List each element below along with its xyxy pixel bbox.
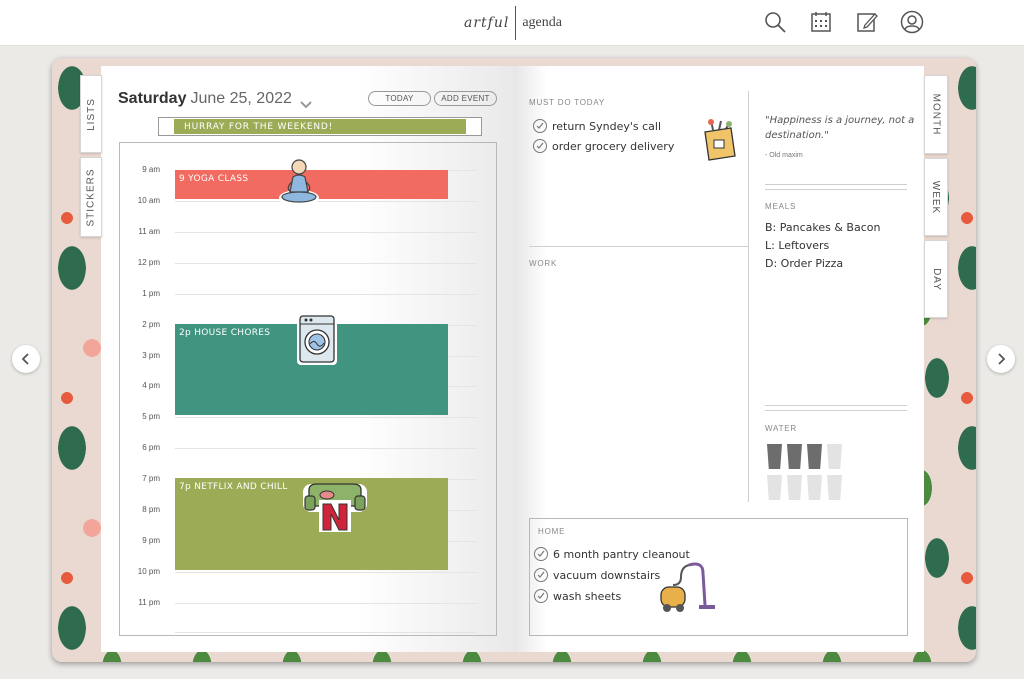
hour-line [175,572,477,573]
hour-line [175,448,477,449]
water-glass-filled[interactable] [807,444,822,469]
day-heading: Saturday June 25, 2022 [118,90,292,108]
home-label: HOME [538,527,566,536]
hour-label: 5 pm [142,412,160,421]
tab-week-label: WEEK [930,180,942,214]
today-button[interactable]: TODAY [368,91,431,106]
day-banner: HURRAY FOR THE WEEKEND! [158,117,482,136]
task-text: vacuum downstairs [553,568,661,582]
hour-label: 7 pm [142,474,160,483]
work-label: WORK [529,259,558,268]
tab-day[interactable]: DAY [924,240,948,318]
netflix-couch-sticker-icon[interactable] [301,478,369,539]
tab-stickers[interactable]: STICKERS [80,157,102,237]
hour-label: 12 pm [137,258,160,267]
hour-label: 1 pm [142,289,160,298]
water-glass-filled[interactable] [767,444,782,469]
list-item[interactable]: order grocery delivery [533,139,674,153]
hour-label: 2 pm [142,320,160,329]
logo-word-agenda: agenda [522,15,562,30]
list-item[interactable]: wash sheets [534,589,621,603]
section-divider [765,189,907,190]
meal-dinner[interactable]: D: Order Pizza [765,257,843,270]
app-logo[interactable]: artful agenda [464,6,562,40]
hour-line [175,263,477,264]
banner-text: HURRAY FOR THE WEEKEND! [174,119,466,134]
hour-line [175,294,477,295]
tab-month[interactable]: MONTH [924,75,948,154]
must-do-label: MUST DO TODAY [529,98,606,107]
quote-author: - Old maxim [765,152,803,159]
task-text: 6 month pantry cleanout [553,547,690,561]
tab-stickers-label: STICKERS [85,167,97,227]
checkbox[interactable] [534,589,548,603]
water-label: WATER [765,424,797,433]
hour-label: 9 am [142,165,160,174]
water-glass-empty[interactable] [787,475,802,500]
hour-label: 11 pm [138,598,160,607]
yoga-sticker-icon[interactable] [279,158,319,211]
edit-icon[interactable] [855,10,879,34]
hour-line [175,632,477,633]
meal-breakfast[interactable]: B: Pancakes & Bacon [765,221,880,234]
tab-lists[interactable]: LISTS [80,75,102,153]
calendar-icon[interactable] [809,10,833,34]
account-icon[interactable] [900,10,924,34]
logo-word-artful: artful [464,15,510,31]
tab-day-label: DAY [930,267,942,291]
hour-line [175,417,477,418]
task-text: wash sheets [553,589,622,603]
hour-label: 6 pm [142,443,160,452]
quote-text: "Happiness is a journey, not a destinati… [765,115,915,141]
hour-label: 11 am [138,227,160,236]
section-divider [529,246,748,247]
hour-label: 4 pm [142,381,160,390]
hour-label: 9 pm [142,536,160,545]
water-glass-empty[interactable] [827,475,842,500]
next-page-arrow-icon[interactable] [987,345,1015,373]
hour-line [175,232,477,233]
hour-label: 8 pm [142,505,160,514]
hour-line [175,603,477,604]
checkbox[interactable] [533,139,547,153]
list-item[interactable]: 6 month pantry cleanout [534,547,690,561]
add-event-button[interactable]: ADD EVENT [434,91,497,106]
section-divider [765,410,907,411]
water-glass-empty[interactable] [767,475,782,500]
water-glass-empty[interactable] [807,475,822,500]
checkbox[interactable] [533,119,547,133]
list-item[interactable]: vacuum downstairs [534,568,660,582]
date-text: June 25, 2022 [190,90,292,107]
tab-week[interactable]: WEEK [924,158,948,236]
tab-month-label: MONTH [930,93,942,136]
section-divider [765,184,907,185]
previous-page-arrow-icon[interactable] [12,345,40,373]
grocery-bag-sticker-icon[interactable] [699,118,739,169]
hour-label: 10 am [137,196,160,205]
task-text: return Syndey's call [552,119,662,133]
search-icon[interactable] [763,10,787,34]
hour-label: 10 pm [137,567,160,576]
vacuum-sticker-icon[interactable] [659,561,719,618]
hour-label: 3 pm [142,351,160,360]
top-bar: artful agenda [0,0,1024,46]
water-glass-empty[interactable] [827,444,842,469]
weekday: Saturday [118,90,187,107]
column-divider [748,91,749,502]
water-glass-filled[interactable] [787,444,802,469]
task-text: order grocery delivery [552,139,675,153]
checkbox[interactable] [534,568,548,582]
hour-line [175,201,477,202]
checkbox[interactable] [534,547,548,561]
meal-lunch[interactable]: L: Leftovers [765,239,829,252]
list-item[interactable]: return Syndey's call [533,119,661,133]
meals-label: MEALS [765,202,797,211]
washing-machine-sticker-icon[interactable] [295,311,339,372]
chevron-down-icon[interactable] [300,96,312,114]
tab-lists-label: LISTS [85,97,97,131]
section-divider [765,405,907,406]
